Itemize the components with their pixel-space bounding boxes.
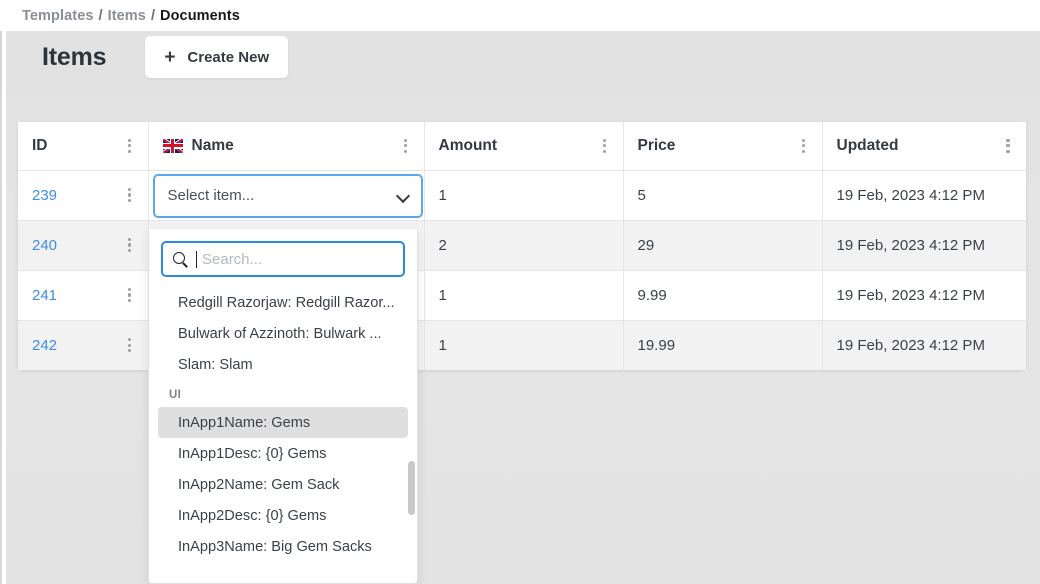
dropdown-search-box[interactable]	[161, 241, 405, 277]
table-row[interactable]: 239 Select item... 1 5 19 Feb, 2023 4:12…	[18, 170, 1026, 220]
cell-id[interactable]: 239	[18, 170, 148, 220]
breadcrumb-separator: /	[99, 8, 103, 24]
create-new-button[interactable]: + Create New	[145, 36, 288, 78]
item-select-value: Select item...	[168, 187, 397, 204]
row-id-link[interactable]: 240	[32, 237, 57, 254]
cell-amount[interactable]: 2	[424, 220, 623, 270]
row-id-link[interactable]: 239	[32, 187, 57, 204]
breadcrumb: Templates / Items / Documents	[0, 0, 1040, 31]
column-header-price-label: Price	[638, 137, 676, 155]
column-header-price[interactable]: Price	[623, 122, 822, 170]
breadcrumb-item-items[interactable]: Items	[108, 8, 146, 24]
column-menu-amount-icon[interactable]	[598, 138, 612, 154]
dropdown-option[interactable]: InApp1Desc: {0} Gems	[158, 438, 408, 469]
dropdown-option[interactable]: Redgill Razorjaw: Redgill Razor...	[158, 287, 408, 318]
row-menu-icon[interactable]	[123, 287, 137, 303]
column-header-updated-label: Updated	[837, 137, 899, 155]
cell-updated[interactable]: 19 Feb, 2023 4:12 PM	[822, 320, 1026, 370]
column-header-updated[interactable]: Updated	[822, 122, 1026, 170]
cell-amount[interactable]: 1	[424, 320, 623, 370]
create-new-label: Create New	[187, 49, 269, 66]
column-header-amount-label: Amount	[439, 137, 498, 155]
text-cursor	[196, 251, 197, 268]
cell-amount[interactable]: 1	[424, 270, 623, 320]
dropdown-option-selected[interactable]: InApp1Name: Gems	[158, 407, 408, 438]
dropdown-option-list: Redgill Razorjaw: Redgill Razor... Bulwa…	[149, 285, 417, 562]
cell-updated[interactable]: 19 Feb, 2023 4:12 PM	[822, 270, 1026, 320]
dropdown-scrollbar-thumb[interactable]	[408, 461, 415, 515]
column-header-id[interactable]: ID	[18, 122, 148, 170]
breadcrumb-item-templates[interactable]: Templates	[22, 8, 94, 24]
dropdown-scrollbar-track[interactable]	[407, 285, 416, 583]
cell-price[interactable]: 29	[623, 220, 822, 270]
uk-flag-icon	[163, 139, 183, 153]
column-header-id-label: ID	[32, 137, 48, 155]
row-id-link[interactable]: 241	[32, 287, 57, 304]
column-menu-name-icon[interactable]	[399, 138, 413, 154]
page-title: Items	[42, 43, 106, 72]
row-id-link[interactable]: 242	[32, 337, 57, 354]
app-root: Templates / Items / Documents Items + Cr…	[0, 0, 1040, 584]
row-menu-icon[interactable]	[123, 337, 137, 353]
page-header: Items + Create New	[42, 36, 288, 78]
dropdown-group-label-ui: UI	[149, 383, 417, 407]
chevron-down-icon	[397, 190, 409, 202]
column-header-amount[interactable]: Amount	[424, 122, 623, 170]
table-header-row: ID Name	[18, 122, 1026, 170]
dropdown-option[interactable]: Bulwark of Azzinoth: Bulwark ...	[158, 318, 408, 349]
cell-id[interactable]: 241	[18, 270, 148, 320]
plus-icon: +	[164, 48, 175, 67]
cell-price[interactable]: 5	[623, 170, 822, 220]
row-menu-icon[interactable]	[123, 187, 137, 203]
cell-amount[interactable]: 1	[424, 170, 623, 220]
cell-updated[interactable]: 19 Feb, 2023 4:12 PM	[822, 220, 1026, 270]
column-header-name-label: Name	[192, 137, 234, 155]
cell-id[interactable]: 242	[18, 320, 148, 370]
row-menu-icon[interactable]	[123, 237, 137, 253]
search-icon	[173, 252, 188, 267]
breadcrumb-item-documents: Documents	[160, 8, 240, 24]
cell-name[interactable]: Select item...	[148, 170, 424, 220]
dropdown-option[interactable]: InApp2Desc: {0} Gems	[158, 500, 408, 531]
column-header-name[interactable]: Name	[148, 122, 424, 170]
column-menu-price-icon[interactable]	[797, 138, 811, 154]
dropdown-option[interactable]: InApp2Name: Gem Sack	[158, 469, 408, 500]
search-input[interactable]	[202, 251, 401, 268]
item-select-trigger[interactable]: Select item...	[153, 174, 423, 218]
column-menu-updated-icon[interactable]	[1001, 138, 1015, 154]
cell-id[interactable]: 240	[18, 220, 148, 270]
dropdown-search-wrap	[149, 229, 417, 285]
cell-price[interactable]: 19.99	[623, 320, 822, 370]
breadcrumb-separator: /	[151, 8, 155, 24]
column-menu-id-icon[interactable]	[123, 138, 137, 154]
dropdown-option[interactable]: Slam: Slam	[158, 349, 408, 380]
cell-price[interactable]: 9.99	[623, 270, 822, 320]
dropdown-option[interactable]: InApp3Name: Big Gem Sacks	[158, 531, 408, 562]
item-select-dropdown: Redgill Razorjaw: Redgill Razor... Bulwa…	[148, 229, 418, 584]
cell-updated[interactable]: 19 Feb, 2023 4:12 PM	[822, 170, 1026, 220]
